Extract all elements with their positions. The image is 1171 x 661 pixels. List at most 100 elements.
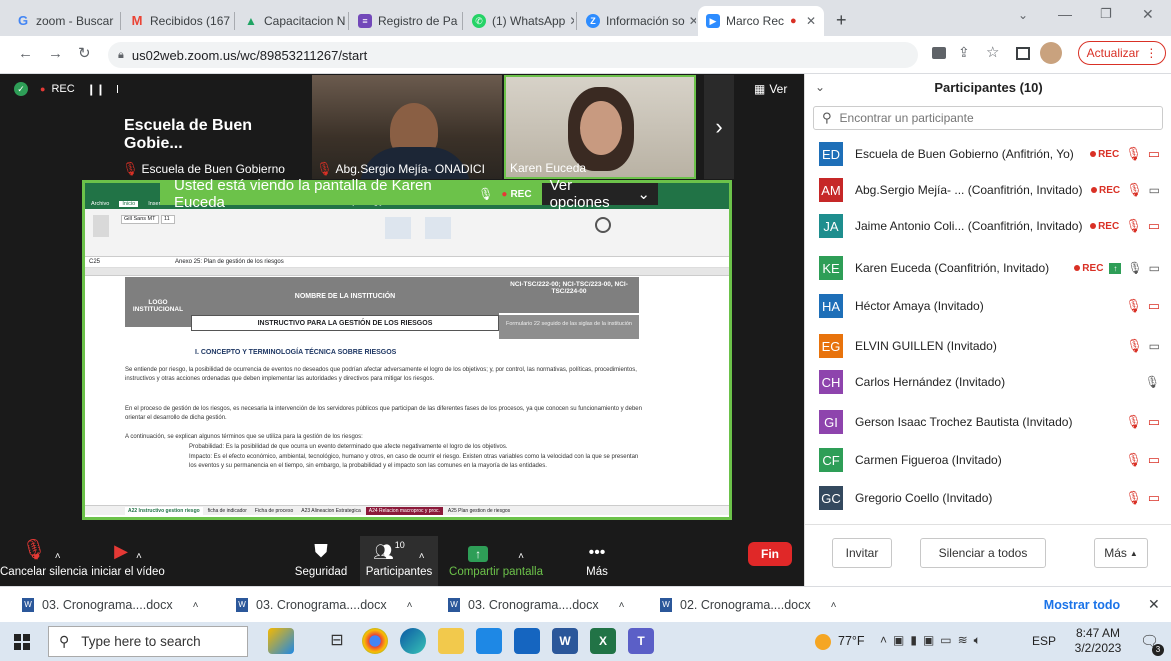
find-select-icon[interactable] (595, 217, 611, 233)
participant-row[interactable]: CF Carmen Figueroa (Invitado) 🎙︎ ▭ (805, 442, 1171, 478)
chevron-up-icon[interactable]: ˄ (55, 551, 61, 562)
chevron-up-icon[interactable]: ˄ (518, 551, 524, 562)
close-icon[interactable]: ✕ (457, 14, 460, 28)
more-button[interactable]: ••• Más (574, 536, 620, 586)
mic-muted-icon[interactable]: 🎙︎ (1125, 490, 1142, 506)
video-tile-karen[interactable]: Karen Euceda (504, 75, 696, 179)
participant-search-input[interactable] (839, 111, 1140, 125)
windows-start-icon[interactable] (14, 634, 30, 650)
sheet-tab-a24[interactable]: A24 Relacion macroproc y proc. (365, 506, 443, 515)
sheet-tab-a23[interactable]: A23 Alineacion Estrategica (298, 507, 363, 515)
recording-indicator[interactable]: ● REC ❙❙ (40, 80, 126, 98)
video-on-icon[interactable]: ▭ (1149, 183, 1160, 197)
participant-row[interactable]: GI Gerson Isaac Trochez Bautista (Invita… (805, 404, 1171, 440)
reload-icon[interactable]: ↻ (78, 44, 91, 62)
temperature[interactable]: 77°F (838, 634, 865, 648)
tab-info[interactable]: Z Información so ✕ (578, 6, 696, 36)
tab-zoom-meeting[interactable]: ▶ Marco Rec ● ✕ (698, 6, 824, 36)
teams-icon[interactable]: T (628, 628, 654, 654)
tab-gmail[interactable]: M Recibidos (167 ✕ (122, 6, 232, 36)
start-video-button[interactable]: ▶ ˄ iniciar el vídeo (82, 536, 174, 586)
mic-muted-icon[interactable]: 🎙︎ (1125, 146, 1142, 162)
participant-row[interactable]: GC Gregorio Coello (Invitado) 🎙︎ ▭ (805, 480, 1171, 516)
sheet-tab-a25[interactable]: A25 Plan gestion de riesgos (445, 507, 513, 515)
download-item[interactable]: W 03. Cronograma....docx ˄ (236, 587, 412, 623)
camera-icon[interactable] (932, 47, 946, 59)
view-options-button[interactable]: Ver opciones ⌄ (541, 177, 658, 211)
language-indicator[interactable]: ESP (1032, 634, 1056, 648)
update-button[interactable]: Actualizar ⋮ (1078, 41, 1166, 65)
sheet-tab-proceso[interactable]: Ficha de proceso (252, 507, 296, 515)
taskbar-search-box[interactable]: ⚲ Type here to search (48, 626, 248, 657)
close-icon[interactable]: ✕ (565, 14, 574, 28)
font-name-field[interactable]: Gill Sans MT (121, 215, 159, 224)
participant-row[interactable]: HA Héctor Amaya (Invitado) 🎙︎ ▭ (805, 288, 1171, 324)
share-icon[interactable]: ⇪ (958, 44, 970, 61)
show-all-button[interactable]: Mostrar todo (1034, 593, 1130, 617)
security-shield-icon[interactable]: ✓ (14, 82, 28, 96)
sidepanel-icon[interactable] (1016, 47, 1030, 60)
back-arrow-icon[interactable]: ← (18, 45, 33, 62)
chevron-up-icon[interactable]: ˄ (419, 551, 425, 562)
video-tile-escuela[interactable]: Escuela de Buen Gobie... 🎙︎ Escuela de B… (118, 75, 310, 179)
mic-muted-icon[interactable]: 🎙︎ (1125, 414, 1142, 430)
tab-forms[interactable]: ≡ Registro de Pa ✕ (350, 6, 460, 36)
download-item[interactable]: W 03. Cronograma....docx ˄ (448, 587, 624, 623)
chevron-up-icon[interactable]: ˄ (407, 600, 413, 611)
participant-row[interactable]: KE Karen Euceda (Coanfitrión, Invitado) … (805, 250, 1171, 286)
close-icon[interactable]: ✕ (1148, 596, 1160, 613)
chevron-up-icon[interactable]: ˄ (136, 551, 142, 562)
tab-drive[interactable]: ▲ Capacitacion N ✕ (236, 6, 346, 36)
tab-whatsapp[interactable]: ✆ (1) WhatsApp ✕ (464, 6, 574, 36)
shared-screen[interactable]: Archivo Inicio Insertar Disposición de p… (82, 180, 732, 520)
mail-icon[interactable] (514, 628, 540, 654)
video-off-icon[interactable]: ▭ (1148, 490, 1160, 506)
download-item[interactable]: W 03. Cronograma....docx ˄ (22, 587, 198, 623)
format-table-icon[interactable] (385, 217, 411, 239)
news-widget-icon[interactable] (268, 628, 294, 654)
ribbon-tab-file[interactable]: Archivo (91, 201, 109, 207)
task-view-icon[interactable]: ⊟ (324, 628, 350, 654)
forward-arrow-icon[interactable]: → (48, 45, 63, 62)
close-icon[interactable]: ✕ (685, 14, 696, 28)
share-screen-button[interactable]: ↑ ˄ Compartir pantalla (448, 536, 544, 586)
pause-icon[interactable]: ❙❙ (87, 83, 105, 96)
url-field[interactable]: 🔒︎ us02web.zoom.us/wc/89853211267/start (108, 42, 918, 68)
security-button[interactable]: ⛊ Seguridad (288, 536, 354, 586)
chrome-icon[interactable] (362, 628, 388, 654)
participant-row[interactable]: EG ELVIN GUILLEN (Invitado) 🎙︎ ▭ (805, 328, 1171, 364)
close-icon[interactable]: ✕ (113, 14, 118, 28)
video-on-icon[interactable]: ▭ (1149, 339, 1160, 353)
video-off-icon[interactable]: ▭ (1148, 452, 1160, 468)
formula-bar[interactable]: C25 Anexo 25: Plan de gestión de los rie… (85, 257, 729, 268)
chevron-up-icon[interactable]: ˄ (831, 600, 837, 611)
cell-reference[interactable]: C25 (85, 259, 115, 265)
word-icon[interactable]: W (552, 628, 578, 654)
close-icon[interactable]: ✕ (230, 14, 232, 28)
weather-icon[interactable] (815, 634, 831, 650)
profile-avatar[interactable] (1040, 42, 1062, 64)
ribbon-tab-home[interactable]: Inicio (119, 201, 139, 207)
mic-on-icon[interactable]: 🎙︎ (1127, 261, 1142, 275)
participant-row[interactable]: ED Escuela de Buen Gobierno (Anfitrión, … (805, 136, 1171, 172)
video-off-icon[interactable]: ▭ (1148, 298, 1160, 314)
unmute-button[interactable]: 🎙︎ ˄ Cancelar silencia (0, 536, 88, 586)
bookmark-star-icon[interactable]: ☆ (986, 43, 999, 61)
participants-button[interactable]: 👥︎ 10 ˄ Participantes (360, 536, 438, 586)
minimize-button[interactable]: — (1058, 6, 1072, 22)
maximize-button[interactable]: ❐ (1100, 6, 1112, 22)
invite-button[interactable]: Invitar (832, 538, 892, 568)
mic-muted-icon[interactable]: 🎙︎ (1125, 452, 1142, 468)
sheet-tab-a22[interactable]: A22 Instructivo gestion riesgo (125, 506, 203, 515)
font-size-field[interactable]: 11 (161, 215, 175, 224)
mic-on-icon[interactable]: 🎙︎ (1145, 375, 1160, 389)
video-off-icon[interactable]: ▭ (1148, 218, 1160, 234)
next-page-button[interactable]: › (704, 75, 734, 179)
panel-more-button[interactable]: Más ▲ (1094, 538, 1148, 568)
download-item[interactable]: W 02. Cronograma....docx ˄ (660, 587, 836, 623)
video-on-icon[interactable]: ▭ (1149, 261, 1160, 275)
clock[interactable]: 8:47 AM 3/2/2023 (1068, 626, 1128, 656)
end-meeting-button[interactable]: Fin (748, 542, 792, 566)
participant-row[interactable]: JA Jaime Antonio Coli... (Coanfitrión, I… (805, 208, 1171, 244)
chevron-up-icon[interactable]: ˄ (619, 600, 625, 611)
